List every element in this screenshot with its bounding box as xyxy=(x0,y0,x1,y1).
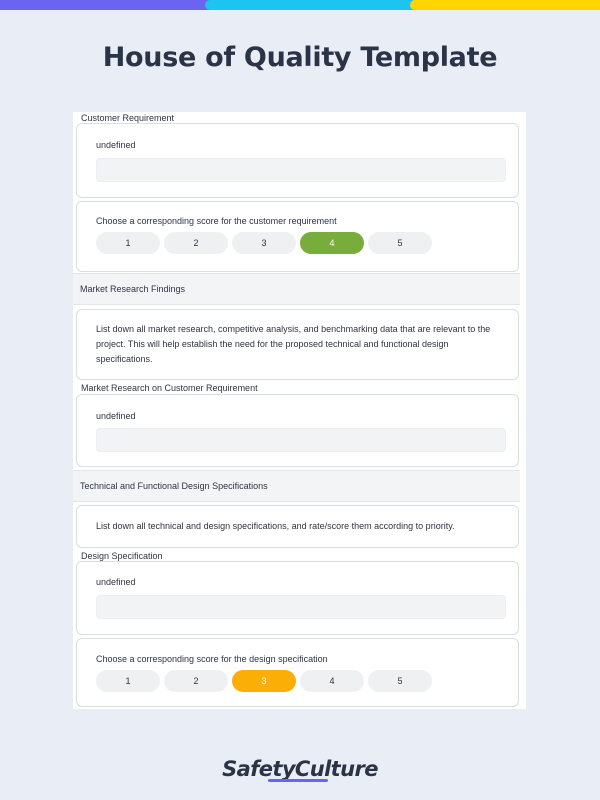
design-spec-card: undefined xyxy=(76,561,519,635)
customer-requirement-label: Customer Requirement xyxy=(81,113,175,123)
section-header-design-specs: Technical and Functional Design Specific… xyxy=(73,470,520,502)
customer-requirement-field-label: undefined xyxy=(96,140,136,150)
logo-text-culture: Culture xyxy=(294,757,379,781)
score-option-2[interactable]: 2 xyxy=(164,670,228,692)
customer-requirement-score-prompt: Choose a corresponding score for the cus… xyxy=(96,216,337,226)
market-research-instructions: List down all market research, competiti… xyxy=(96,324,491,364)
score-option-1[interactable]: 1 xyxy=(96,232,160,254)
score-option-4-selected[interactable]: 4 xyxy=(300,232,364,254)
design-specs-instructions: List down all technical and design speci… xyxy=(96,521,455,531)
section-header-market-research: Market Research Findings xyxy=(73,273,520,305)
customer-requirement-score-card: Choose a corresponding score for the cus… xyxy=(76,201,519,272)
market-research-card: undefined xyxy=(76,394,519,467)
page-title: House of Quality Template xyxy=(102,42,498,73)
market-research-field-label: Market Research on Customer Requirement xyxy=(81,383,258,393)
score-option-5[interactable]: 5 xyxy=(368,670,432,692)
logo-text-safety: Safety xyxy=(222,757,295,781)
accent-segment-purple xyxy=(0,0,220,10)
score-option-3[interactable]: 3 xyxy=(232,232,296,254)
market-research-instructions-card: List down all market research, competiti… xyxy=(76,309,519,380)
score-option-3-selected[interactable]: 3 xyxy=(232,670,296,692)
score-option-4[interactable]: 4 xyxy=(300,670,364,692)
customer-requirement-input[interactable] xyxy=(96,158,506,182)
design-spec-field-label: Design Specification xyxy=(81,551,163,561)
design-spec-score-card: Choose a corresponding score for the des… xyxy=(76,638,519,707)
accent-segment-yellow xyxy=(410,0,600,10)
design-specs-instructions-card: List down all technical and design speci… xyxy=(76,505,519,548)
score-option-5[interactable]: 5 xyxy=(368,232,432,254)
logo-underline-swoosh xyxy=(268,779,328,782)
design-spec-value-label: undefined xyxy=(96,577,136,587)
design-spec-score-prompt: Choose a corresponding score for the des… xyxy=(96,654,328,664)
top-accent-bar xyxy=(0,0,600,10)
customer-requirement-card: undefined xyxy=(76,123,519,198)
market-research-input[interactable] xyxy=(96,428,506,452)
form-panel: Customer Requirement undefined Choose a … xyxy=(73,112,526,709)
accent-segment-cyan xyxy=(205,0,420,10)
market-research-value-label: undefined xyxy=(96,411,136,421)
score-option-2[interactable]: 2 xyxy=(164,232,228,254)
score-option-1[interactable]: 1 xyxy=(96,670,160,692)
design-spec-input[interactable] xyxy=(96,595,506,619)
safetyculture-logo: SafetyCulture xyxy=(0,757,600,782)
